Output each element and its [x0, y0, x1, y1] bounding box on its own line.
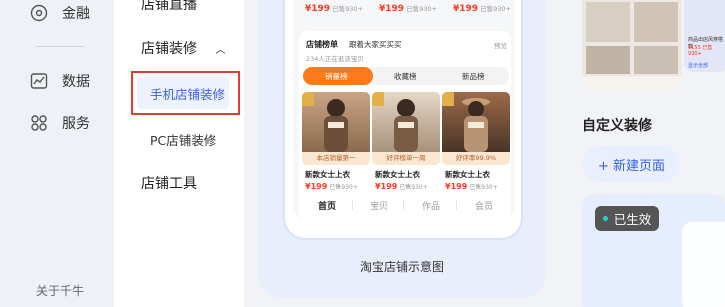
top-price-row: ¥199 已售930+ ¥199 已售930+ ¥199 已售930+: [305, 3, 519, 14]
menu-item-live[interactable]: 店铺直播: [141, 0, 197, 14]
product-band: 本店销量第一: [302, 152, 370, 165]
chevron-up-icon: ︿: [215, 45, 226, 56]
product-name: 新款女士上衣: [375, 170, 420, 179]
rank-badge-icon: [302, 92, 314, 106]
ranking-more: 预览: [494, 42, 507, 50]
app-root: 金融 数据 服务 关于千牛 店铺直播 店铺装修 ︿ PC店铺装修 店铺工具 手机…: [0, 0, 725, 307]
secondary-menu: 店铺直播 店铺装修 ︿ PC店铺装修 店铺工具: [114, 0, 244, 307]
rank-badge-icon: [442, 92, 454, 106]
template-thumbnail[interactable]: [582, 0, 682, 90]
price-cell: ¥199 已售930+: [379, 4, 437, 14]
product-card[interactable]: 好评率99.9%: [442, 92, 510, 165]
nav-products[interactable]: 宝贝: [370, 199, 388, 212]
preview-caption: 淘宝店铺示意图: [360, 260, 445, 274]
finance-icon: [30, 4, 48, 22]
menu-group-decor[interactable]: 店铺装修 ︿: [141, 38, 225, 58]
product-name: 新款女士上衣: [445, 170, 490, 179]
product-name: 新款女士上衣: [305, 170, 350, 179]
rail-divider: [36, 46, 84, 47]
tab-sales[interactable]: 销量榜: [325, 71, 348, 82]
nav-divider: [403, 200, 404, 210]
rank-badge-icon: [372, 92, 384, 106]
product-image: [302, 92, 370, 152]
new-page-button[interactable]: + 新建页面: [582, 146, 681, 182]
rail-item-label: 数据: [62, 74, 90, 90]
thumb-more[interactable]: 显示全部: [688, 62, 708, 69]
status-label: 已生效: [613, 212, 652, 227]
product-band: 好评率99.9%: [442, 152, 510, 165]
tab-new[interactable]: 新品榜: [462, 71, 485, 82]
ranking-title: 店铺榜单: [306, 40, 338, 49]
menu-group-tools[interactable]: 店铺工具: [141, 173, 197, 193]
product-band: 好评榜单一周: [372, 152, 440, 165]
left-rail: 金融 数据 服务 关于千牛: [0, 0, 114, 307]
ranking-note: 234人正在逛该宝贝: [306, 55, 364, 63]
grid-icon: [30, 114, 48, 132]
product-card[interactable]: 本店销量第一: [302, 92, 370, 165]
rail-item-label: 服务: [62, 116, 90, 132]
nav-works[interactable]: 作品: [422, 199, 440, 212]
rail-item-data[interactable]: 数据: [30, 71, 90, 91]
product-price: ¥199 已售930+: [445, 182, 498, 191]
menu-group-label: 店铺装修: [141, 41, 197, 57]
product-image: [442, 92, 510, 152]
nav-home[interactable]: 首页: [318, 199, 336, 212]
product-price: ¥199 已售930+: [375, 182, 428, 191]
ranking-subtitle: 跟着大家买买买: [349, 40, 402, 49]
menu-item-pc-decor[interactable]: PC店铺装修: [150, 130, 216, 149]
status-badge: 已生效: [595, 206, 659, 231]
price-cell: ¥199 已售930+: [305, 4, 363, 14]
thumb-price: ¥155 已售930+: [688, 45, 713, 57]
rail-item-label: 金融: [62, 6, 90, 22]
product-price: ¥199 已售930+: [305, 182, 358, 191]
nav-divider: [352, 200, 353, 210]
menu-item-mobile-decor[interactable]: 手机店铺装修: [150, 84, 225, 103]
rail-item-service[interactable]: 服务: [30, 113, 90, 133]
about-link[interactable]: 关于千牛: [36, 282, 84, 299]
custom-decor-title: 自定义装修: [582, 118, 652, 134]
rail-item-finance[interactable]: 金融: [30, 3, 90, 23]
status-dot-icon: [602, 216, 608, 221]
product-card[interactable]: 好评榜单一周: [372, 92, 440, 165]
price-cell: ¥199 已售930+: [453, 4, 511, 14]
page-preview: [682, 222, 725, 307]
nav-divider: [456, 200, 457, 210]
nav-members[interactable]: 会员: [475, 199, 493, 212]
chart-icon: [30, 72, 48, 90]
product-image: [372, 92, 440, 152]
tab-favorites[interactable]: 收藏榜: [394, 71, 417, 82]
